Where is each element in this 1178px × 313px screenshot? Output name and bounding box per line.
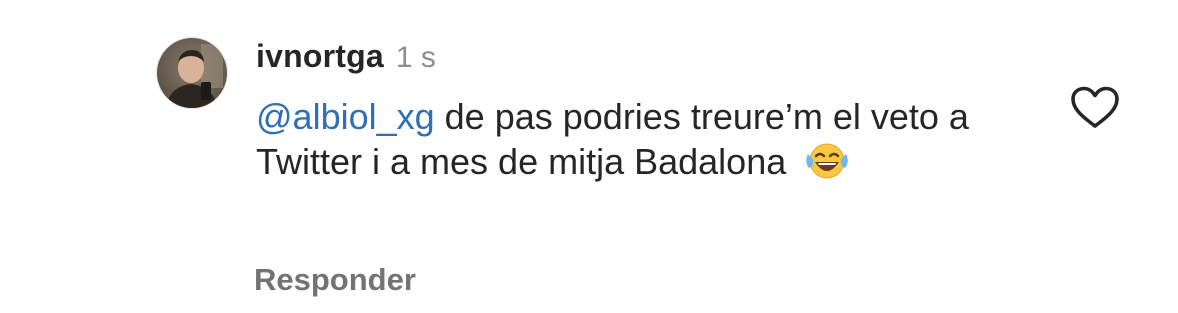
avatar[interactable]	[156, 37, 228, 109]
like-button[interactable]	[1070, 86, 1120, 130]
reply-button[interactable]: Responder	[254, 262, 416, 298]
comment: ivnortga 1 s @albiol_xg de pas podries t…	[0, 0, 1178, 313]
comment-body: ivnortga 1 s @albiol_xg de pas podries t…	[256, 38, 1036, 184]
comment-header: ivnortga 1 s	[256, 38, 1036, 82]
comment-text: @albiol_xg de pas podries treure’m el ve…	[256, 94, 1016, 184]
avatar-photo-icon	[157, 38, 227, 108]
face-with-tears-of-joy-icon	[806, 143, 849, 179]
heart-icon	[1071, 86, 1119, 128]
mention-link[interactable]: @albiol_xg	[256, 96, 435, 137]
timestamp: 1 s	[395, 41, 436, 74]
username[interactable]: ivnortga	[256, 38, 384, 75]
